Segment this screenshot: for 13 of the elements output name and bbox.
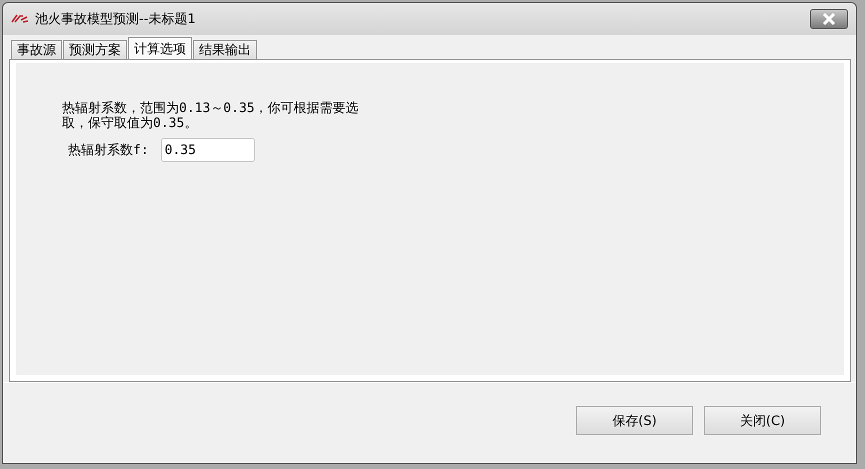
- hint-text: 热辐射系数，范围为0.13～0.35，你可根据需要选取，保守取值为0.35。: [62, 101, 360, 131]
- tab[interactable]: 预测方案: [63, 40, 127, 59]
- close-icon: [822, 13, 836, 25]
- tab[interactable]: 计算选项: [128, 37, 192, 59]
- close-button[interactable]: [810, 9, 848, 29]
- tab[interactable]: 事故源: [11, 40, 62, 59]
- coefficient-input[interactable]: 0.35: [160, 138, 255, 162]
- window-title: 池火事故模型预测--未标题1: [35, 11, 197, 28]
- field-label: 热辐射系数f:: [68, 142, 149, 159]
- tab[interactable]: 结果输出: [193, 40, 257, 59]
- save-button[interactable]: 保存(S): [576, 406, 693, 435]
- app-logo-icon: [11, 14, 29, 24]
- close-dialog-button[interactable]: 关闭(C): [704, 406, 821, 435]
